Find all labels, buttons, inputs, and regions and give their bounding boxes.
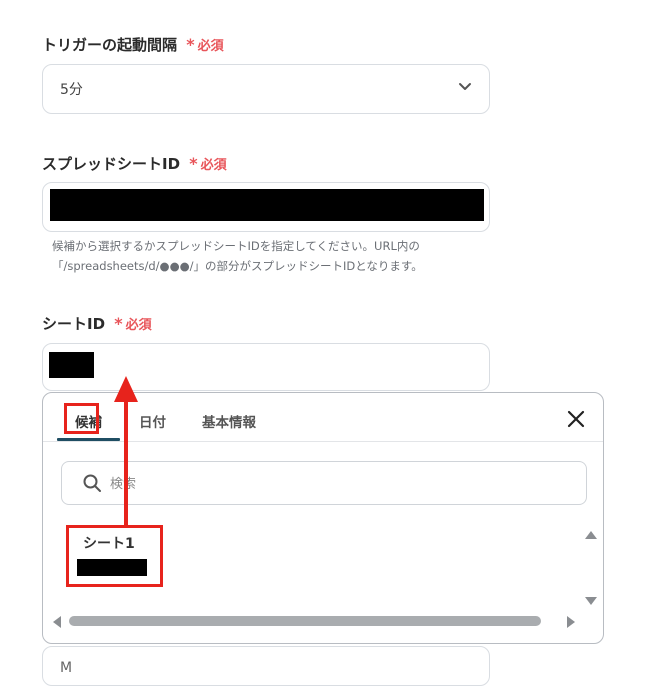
chevron-down-icon <box>459 83 471 90</box>
search-icon <box>83 474 101 492</box>
help-line-1: 候補から選択するかスプレッドシートIDを指定してください。URL内の <box>52 239 420 253</box>
trigger-interval-label-text: トリガーの起動間隔 <box>42 36 178 54</box>
scroll-left-icon[interactable] <box>52 615 62 629</box>
scroll-up-icon[interactable] <box>584 530 598 540</box>
spreadsheet-id-label-text: スプレッドシートID <box>42 155 181 173</box>
required-badge: * 必須 <box>186 35 224 54</box>
annotation-arrow-icon <box>114 376 138 526</box>
required-text: 必須 <box>125 318 152 333</box>
redacted-value <box>50 189 484 221</box>
sheet-id-label-text: シートID <box>42 315 106 333</box>
trigger-interval-label: トリガーの起動間隔 * 必須 <box>42 34 224 55</box>
spreadsheet-id-help: 候補から選択するかスプレッドシートIDを指定してください。URL内の 「/spr… <box>52 236 492 276</box>
required-text: 必須 <box>197 39 224 54</box>
sheet-id-label: シートID * 必須 <box>42 313 152 334</box>
redacted-value <box>49 352 94 378</box>
horizontal-scrollbar-thumb[interactable] <box>69 616 541 626</box>
next-field-input[interactable]: M <box>42 646 490 686</box>
annotation-box-tab <box>64 403 99 434</box>
close-icon[interactable] <box>565 408 587 430</box>
required-text: 必須 <box>200 158 227 173</box>
spreadsheet-id-input[interactable] <box>42 182 490 232</box>
annotation-box-item <box>66 525 163 587</box>
trigger-interval-select[interactable]: 5分 <box>42 64 490 114</box>
spreadsheet-id-label: スプレッドシートID * 必須 <box>42 153 227 174</box>
scroll-right-icon[interactable] <box>566 615 576 629</box>
tab-date[interactable]: 日付 <box>139 411 166 431</box>
search-input[interactable] <box>108 469 572 499</box>
scroll-down-icon[interactable] <box>584 596 598 606</box>
tab-basic-info[interactable]: 基本情報 <box>202 411 256 431</box>
required-badge: * 必須 <box>189 154 227 173</box>
required-badge: * 必須 <box>114 314 152 333</box>
help-line-2: 「/spreadsheets/d/●●●/」の部分がスプレッドシートIDとなりま… <box>52 259 423 273</box>
next-field-text: M <box>60 660 73 676</box>
trigger-interval-value: 5分 <box>60 82 83 98</box>
sheet-id-input[interactable] <box>42 343 490 391</box>
